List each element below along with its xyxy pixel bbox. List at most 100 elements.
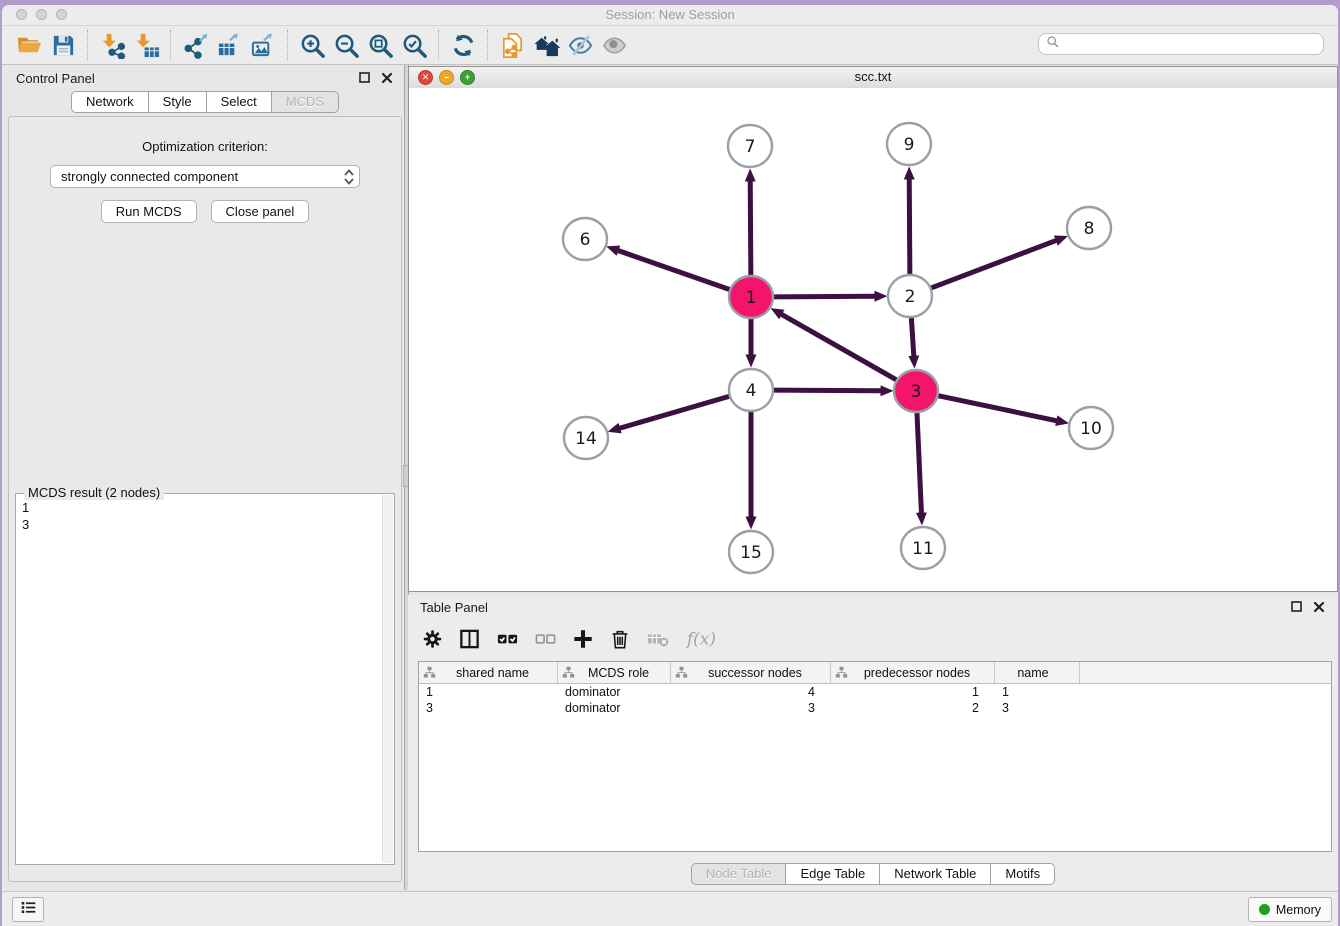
titlebar: Session: New Session xyxy=(2,5,1338,26)
split-columns-icon[interactable] xyxy=(458,625,481,653)
graph-node-4[interactable]: 4 xyxy=(729,369,773,411)
export-table-icon[interactable] xyxy=(212,29,246,61)
tab-network[interactable]: Network xyxy=(71,91,149,113)
checks-off-icon[interactable] xyxy=(534,625,557,653)
refresh-icon[interactable] xyxy=(446,29,480,61)
window-title: Session: New Session xyxy=(2,7,1338,22)
graph-node-1[interactable]: 1 xyxy=(729,276,773,318)
cell-predecessor-nodes[interactable]: 2 xyxy=(831,701,995,715)
graph-edge-4-3[interactable] xyxy=(773,390,881,391)
tab-select[interactable]: Select xyxy=(206,91,272,113)
open-folder-icon[interactable] xyxy=(12,29,46,61)
zoom-in-icon[interactable] xyxy=(295,29,329,61)
zoom-fit-icon[interactable] xyxy=(363,29,397,61)
svg-text:6: 6 xyxy=(580,230,591,250)
export-image-icon[interactable] xyxy=(246,29,280,61)
table-tabs: Node TableEdge TableNetwork TableMotifs xyxy=(691,863,1055,885)
cell-name[interactable]: 3 xyxy=(995,701,1080,715)
graph-edge-1-2[interactable] xyxy=(773,296,875,297)
clone-network-icon[interactable] xyxy=(495,29,529,61)
column-header-predecessor-nodes[interactable]: predecessor nodes xyxy=(831,662,995,683)
trash-icon[interactable] xyxy=(609,625,631,653)
cell-shared-name[interactable]: 3 xyxy=(419,701,558,715)
table-tab-network-table[interactable]: Network Table xyxy=(879,863,991,885)
graph-node-11[interactable]: 11 xyxy=(901,527,945,569)
hide-eye-icon[interactable] xyxy=(563,29,597,61)
zoom-out-icon[interactable] xyxy=(329,29,363,61)
graph-edge-4-14[interactable] xyxy=(620,396,730,428)
column-header-successor-nodes[interactable]: successor nodes xyxy=(671,662,831,683)
graph-edge-3-10[interactable] xyxy=(938,396,1057,421)
tab-mcds[interactable]: MCDS xyxy=(271,91,339,113)
graph-edge-3-11[interactable] xyxy=(917,413,921,513)
add-icon[interactable] xyxy=(572,625,594,653)
graph-node-6[interactable]: 6 xyxy=(563,218,607,260)
toolbar-group xyxy=(446,29,480,61)
close-table-panel-icon[interactable] xyxy=(1312,600,1326,614)
graph-node-2[interactable]: 2 xyxy=(888,275,932,317)
mcds-result-group: MCDS result (2 nodes) 13 xyxy=(15,493,395,865)
graph-edge-3-1[interactable] xyxy=(781,314,896,380)
node-table[interactable]: shared nameMCDS rolesuccessor nodesprede… xyxy=(418,661,1332,852)
close-panel-icon[interactable] xyxy=(380,71,394,85)
criterion-value: strongly connected component xyxy=(61,169,238,184)
graph-node-8[interactable]: 8 xyxy=(1067,207,1111,249)
cell-mcds-role[interactable]: dominator xyxy=(558,701,671,715)
column-header-shared-name[interactable]: shared name xyxy=(419,662,558,683)
toolbar-group xyxy=(178,29,280,61)
control-panel-title: Control Panel xyxy=(16,71,358,86)
graph-node-10[interactable]: 10 xyxy=(1069,407,1113,449)
memory-status-dot xyxy=(1259,904,1270,915)
run-mcds-button[interactable]: Run MCDS xyxy=(101,200,197,223)
graph-node-15[interactable]: 15 xyxy=(729,531,773,573)
svg-text:8: 8 xyxy=(1084,219,1095,239)
import-table-icon[interactable] xyxy=(129,29,163,61)
table-row[interactable]: 1dominator411 xyxy=(419,684,1331,700)
graph-node-3[interactable]: 3 xyxy=(894,370,938,412)
fx-icon: f(x) xyxy=(685,625,719,653)
table-panel-header: Table Panel xyxy=(408,595,1338,619)
houses-icon[interactable] xyxy=(529,29,563,61)
criterion-dropdown[interactable]: strongly connected component xyxy=(50,165,360,188)
status-bar: Memory xyxy=(2,891,1338,926)
cell-name[interactable]: 1 xyxy=(995,685,1080,699)
search-input[interactable] xyxy=(1060,34,1323,54)
result-scrollbar[interactable] xyxy=(382,495,393,863)
graph-edge-1-7[interactable] xyxy=(750,181,751,275)
table-tab-edge-table[interactable]: Edge Table xyxy=(785,863,880,885)
cell-successor-nodes[interactable]: 4 xyxy=(671,685,831,699)
network-canvas[interactable]: 1 2 3 4 6 7 8 9 10 11 14 15 xyxy=(409,88,1337,591)
zoom-selected-icon[interactable] xyxy=(397,29,431,61)
table-row[interactable]: 3dominator323 xyxy=(419,700,1331,716)
tab-style[interactable]: Style xyxy=(148,91,207,113)
cell-mcds-role[interactable]: dominator xyxy=(558,685,671,699)
graph-node-9[interactable]: 9 xyxy=(887,123,931,165)
mcds-result-text[interactable]: 13 xyxy=(18,496,382,862)
cell-shared-name[interactable]: 1 xyxy=(419,685,558,699)
export-network-icon[interactable] xyxy=(178,29,212,61)
graph-edge-1-6[interactable] xyxy=(618,251,730,290)
close-panel-button[interactable]: Close panel xyxy=(211,200,310,223)
graph-node-14[interactable]: 14 xyxy=(564,417,608,459)
graph-edge-2-3[interactable] xyxy=(911,318,913,356)
table-tab-node-table[interactable]: Node Table xyxy=(691,863,787,885)
column-header-name[interactable]: name xyxy=(995,662,1080,683)
cell-successor-nodes[interactable]: 3 xyxy=(671,701,831,715)
search-box[interactable] xyxy=(1038,33,1324,55)
result-line: 1 xyxy=(22,499,378,516)
graph-node-7[interactable]: 7 xyxy=(728,125,772,167)
import-network-icon[interactable] xyxy=(95,29,129,61)
graph-edge-2-8[interactable] xyxy=(931,240,1057,288)
column-header-mcds-role[interactable]: MCDS role xyxy=(558,662,671,683)
table-tab-motifs[interactable]: Motifs xyxy=(990,863,1055,885)
show-eye-icon[interactable] xyxy=(597,29,631,61)
gear-icon[interactable] xyxy=(422,625,443,653)
cell-predecessor-nodes[interactable]: 1 xyxy=(831,685,995,699)
memory-button[interactable]: Memory xyxy=(1248,897,1332,922)
float-table-panel-icon[interactable] xyxy=(1290,600,1304,614)
checks-on-icon[interactable] xyxy=(496,625,519,653)
save-icon[interactable] xyxy=(46,29,80,61)
float-panel-icon[interactable] xyxy=(358,71,372,85)
graph-edge-2-9[interactable] xyxy=(909,179,910,274)
task-history-button[interactable] xyxy=(12,897,44,922)
